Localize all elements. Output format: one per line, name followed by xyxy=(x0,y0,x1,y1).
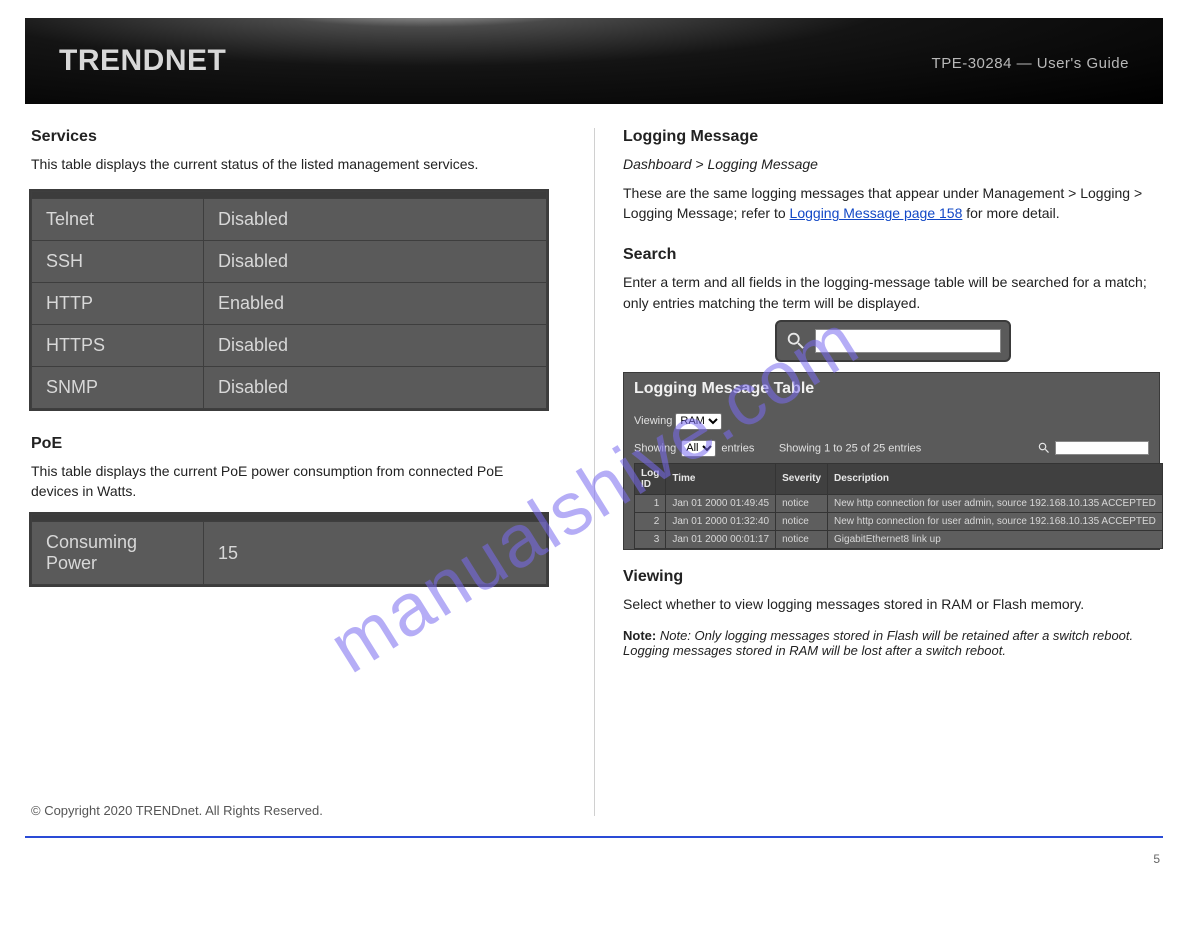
right-column: Logging Message Dashboard > Logging Mess… xyxy=(594,128,1163,816)
services-table: TelnetDisabled SSHDisabled HTTPEnabled H… xyxy=(31,191,547,409)
search-icon xyxy=(1037,441,1051,455)
logging-heading: Logging Message xyxy=(623,128,1163,146)
poe-table: Consuming Power15 xyxy=(31,514,547,585)
viewing-desc: Select whether to view logging messages … xyxy=(623,594,1163,615)
entries-select[interactable]: All xyxy=(681,440,716,457)
breadcrumb: Dashboard > Logging Message xyxy=(623,154,1163,175)
services-intro: This table displays the current status o… xyxy=(31,154,554,175)
note-text: Note: Note: Only logging messages stored… xyxy=(623,628,1163,658)
table-row: Consuming Power15 xyxy=(32,522,547,585)
poe-heading: PoE xyxy=(31,435,554,453)
search-icon xyxy=(785,330,807,352)
poe-intro: This table displays the current PoE powe… xyxy=(31,461,554,502)
table-row: HTTPEnabled xyxy=(32,282,547,324)
model-label: TPE-30284 — User's Guide xyxy=(932,55,1129,72)
header-banner: TRENDNET TPE-30284 — User's Guide xyxy=(25,18,1163,104)
table-row: 3Jan 01 2000 00:01:17noticeGigabitEthern… xyxy=(635,530,1163,548)
table-row: SNMPDisabled xyxy=(32,366,547,408)
table-row: TelnetDisabled xyxy=(32,198,547,240)
table-row: 1Jan 01 2000 01:49:45noticeNew http conn… xyxy=(635,494,1163,512)
log-title: Logging Message Table xyxy=(624,373,1159,405)
logging-message-link[interactable]: Logging Message page 158 xyxy=(790,205,963,221)
table-row: 2Jan 01 2000 01:32:40noticeNew http conn… xyxy=(635,512,1163,530)
log-search-input[interactable] xyxy=(1055,441,1149,455)
viewing-heading: Viewing xyxy=(623,568,1163,586)
search-input[interactable] xyxy=(815,329,1001,353)
footer-rule xyxy=(25,836,1163,838)
search-heading: Search xyxy=(623,246,1163,264)
services-heading: Services xyxy=(31,128,554,146)
copyright-text: © Copyright 2020 TRENDnet. All Rights Re… xyxy=(31,803,323,818)
table-row: HTTPSDisabled xyxy=(32,324,547,366)
viewing-select[interactable]: RAM xyxy=(675,413,722,430)
logging-intro: These are the same logging messages that… xyxy=(623,183,1163,224)
page-number: 5 xyxy=(1153,852,1160,866)
search-desc: Enter a term and all fields in the loggi… xyxy=(623,272,1163,313)
logging-message-table: Logging Message Table Viewing RAM Showin… xyxy=(623,372,1160,550)
entries-range: Showing 1 to 25 of 25 entries xyxy=(779,442,921,454)
search-box xyxy=(775,320,1011,362)
table-row: SSHDisabled xyxy=(32,240,547,282)
brand-logo: TRENDNET xyxy=(59,44,226,78)
left-column: Services This table displays the current… xyxy=(25,128,594,816)
